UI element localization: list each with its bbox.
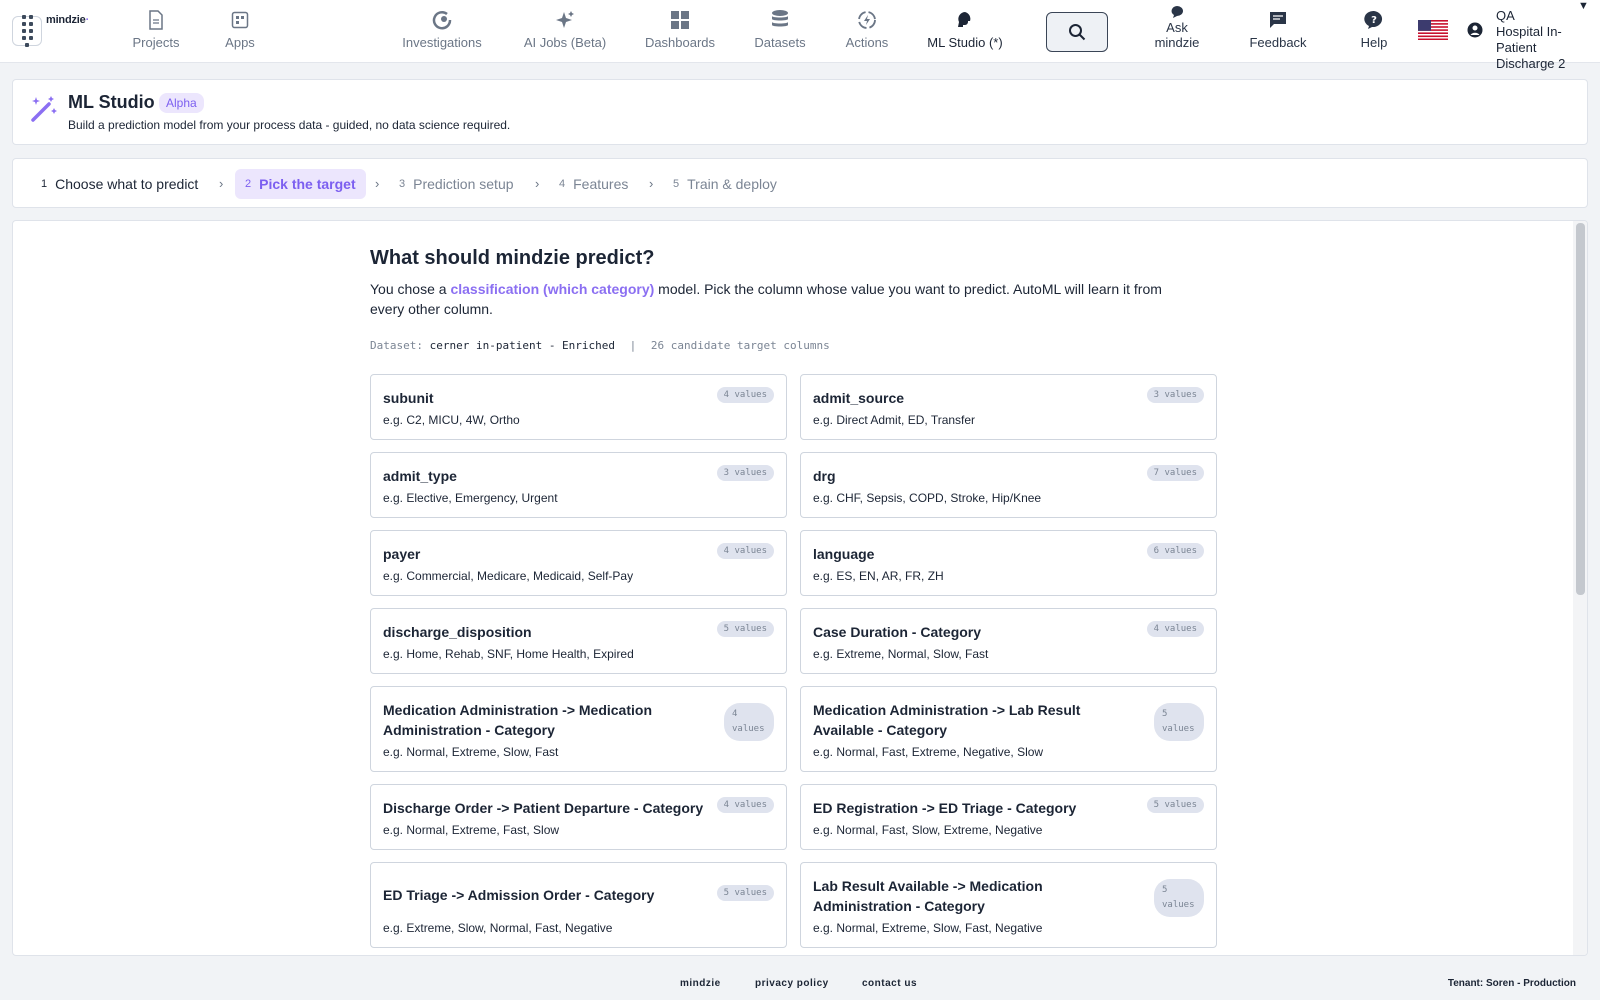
dataset-meta: Dataset: cerner in-patient - Enriched | … [370, 339, 830, 352]
value-count-badge: 5 values [1146, 797, 1204, 813]
section-title: What should mindzie predict? [370, 247, 655, 269]
value-count-badge: 7 values [1146, 465, 1204, 481]
target-card-language[interactable]: language 6 values e.g. ES, EN, AR, FR, Z… [800, 530, 1217, 596]
chevron-right-icon: › [649, 176, 654, 191]
value-count-badge: 4 values [716, 387, 774, 403]
target-card-labresult-medadmin-category[interactable]: Lab Result Available -> Medication Admin… [800, 862, 1217, 948]
nav-datasets[interactable]: Datasets [752, 6, 808, 56]
value-count-badge: 6 values [1146, 543, 1204, 559]
top-nav: mindzie· Projects Apps Investigations AI… [0, 0, 1600, 71]
value-count-badge: 4 values [716, 797, 774, 813]
user-menu[interactable]: QA Hospital In-Patient Discharge 2 [1496, 0, 1586, 72]
nav-investigations[interactable]: Investigations [398, 6, 486, 56]
nav-dashboards[interactable]: Dashboards [642, 6, 718, 56]
nav-ask-mindzie[interactable]: Ask mindzie [1150, 6, 1204, 56]
model-type-highlight: classification (which category) [450, 281, 655, 297]
tenant-label: Tenant: Soren - Production [1447, 978, 1576, 989]
target-card-subunit[interactable]: subunit 4 values e.g. C2, MICU, 4W, Orth… [370, 374, 787, 440]
main-panel: What should mindzie predict? You chose a… [12, 220, 1588, 956]
document-icon [145, 9, 167, 31]
target-card-edtriage-admission-category[interactable]: ED Triage -> Admission Order - Category … [370, 862, 787, 948]
chat-icon [1166, 5, 1188, 19]
scrollbar-thumb[interactable] [1576, 223, 1585, 595]
brain-icon [954, 9, 976, 31]
step-choose-what-to-predict[interactable]: 1 Choose what to predict [31, 169, 208, 199]
project-name: Hospital In-Patient Discharge 2 [1496, 24, 1566, 71]
contact-us-link[interactable]: contact us [862, 978, 917, 989]
us-flag-icon[interactable] [1418, 20, 1448, 40]
nav-ai-jobs[interactable]: AI Jobs (Beta) [520, 6, 610, 56]
mindzie-logo[interactable]: mindzie· [46, 14, 89, 26]
value-count-badge: 4 values [716, 543, 774, 559]
nav-projects[interactable]: Projects [128, 6, 184, 56]
value-count-badge: 3 values [1146, 387, 1204, 403]
wizard-stepper: 1 Choose what to predict › 2 Pick the targ… [12, 158, 1588, 208]
target-card-case-duration-category[interactable]: Case Duration - Category 4 values e.g. E… [800, 608, 1217, 674]
target-card-medadmin-medadmin-category[interactable]: Medication Administration -> Medication … [370, 686, 787, 772]
feedback-icon [1267, 9, 1289, 31]
target-card-medadmin-labresult-category[interactable]: Medication Administration -> Lab Result … [800, 686, 1217, 772]
dashboard-icon [669, 9, 691, 31]
help-icon: ? [1363, 9, 1385, 31]
chevron-right-icon: › [219, 176, 224, 191]
value-count-badge: 5 values [716, 621, 774, 637]
nav-actions[interactable]: Actions [840, 6, 894, 56]
main-scrollbar[interactable] [1573, 221, 1587, 955]
value-count-badge: 5 values [1154, 703, 1204, 741]
nav-feedback[interactable]: Feedback [1246, 6, 1310, 56]
target-card-discharge-disposition[interactable]: discharge_disposition 5 values e.g. Home… [370, 608, 787, 674]
investigation-icon [431, 9, 453, 31]
step-pick-the-target[interactable]: 2 Pick the target [235, 169, 366, 199]
footer: mindzie privacy policy contact us Tenant… [0, 968, 1600, 1000]
search-icon [1069, 24, 1086, 41]
footer-brand-link[interactable]: mindzie [680, 978, 721, 989]
magic-wand-icon [29, 94, 59, 124]
sparkle-icon [554, 9, 576, 31]
step-train-and-deploy[interactable]: 5 Train & deploy [663, 169, 787, 199]
target-card-edreg-edtriage-category[interactable]: ED Registration -> ED Triage - Category … [800, 784, 1217, 850]
ml-studio-header: ML Studio Alpha Build a prediction model… [12, 79, 1588, 145]
org-name: QA [1496, 8, 1515, 23]
nav-ml-studio[interactable]: ML Studio (*) [924, 6, 1006, 56]
dataset-name: cerner in-patient - Enriched [429, 339, 616, 352]
step-features[interactable]: 4 Features [549, 169, 638, 199]
target-card-admit-type[interactable]: admit_type 3 values e.g. Elective, Emerg… [370, 452, 787, 518]
target-card-payer[interactable]: payer 4 values e.g. Commercial, Medicare… [370, 530, 787, 596]
value-count-badge: 5 values [1154, 879, 1204, 917]
target-card-admit-source[interactable]: admit_source 3 values e.g. Direct Admit,… [800, 374, 1217, 440]
user-icon[interactable] [1467, 22, 1483, 38]
target-card-discharge-departure-category[interactable]: Discharge Order -> Patient Departure - C… [370, 784, 787, 850]
page-title: ML Studio [68, 92, 155, 112]
actions-icon [856, 9, 878, 31]
svg-text:?: ? [1371, 15, 1377, 26]
value-count-badge: 3 values [716, 465, 774, 481]
value-count-badge: 4 values [1146, 621, 1204, 637]
privacy-policy-link[interactable]: privacy policy [755, 978, 829, 989]
page-subtitle: Build a prediction model from your proce… [68, 118, 511, 132]
alpha-badge: Alpha [159, 93, 204, 113]
caret-down-icon[interactable]: ▼ [1578, 0, 1589, 12]
chevron-right-icon: › [375, 176, 380, 191]
value-count-badge: 5 values [716, 885, 774, 901]
database-icon [769, 9, 791, 31]
target-card-drg[interactable]: drg 7 values e.g. CHF, Sepsis, COPD, Str… [800, 452, 1217, 518]
search-button[interactable] [1046, 12, 1108, 52]
candidate-count: 26 candidate target columns [650, 339, 830, 352]
value-count-badge: 4 values [724, 703, 774, 741]
nav-apps[interactable]: Apps [220, 6, 260, 56]
section-description: You chose a classification (which catego… [370, 281, 1162, 317]
nav-help[interactable]: ? Help [1358, 6, 1390, 56]
apps-icon [229, 9, 251, 31]
app-grid-icon[interactable] [12, 15, 42, 47]
chevron-right-icon: › [535, 176, 540, 191]
step-prediction-setup[interactable]: 3 Prediction setup [389, 169, 524, 199]
